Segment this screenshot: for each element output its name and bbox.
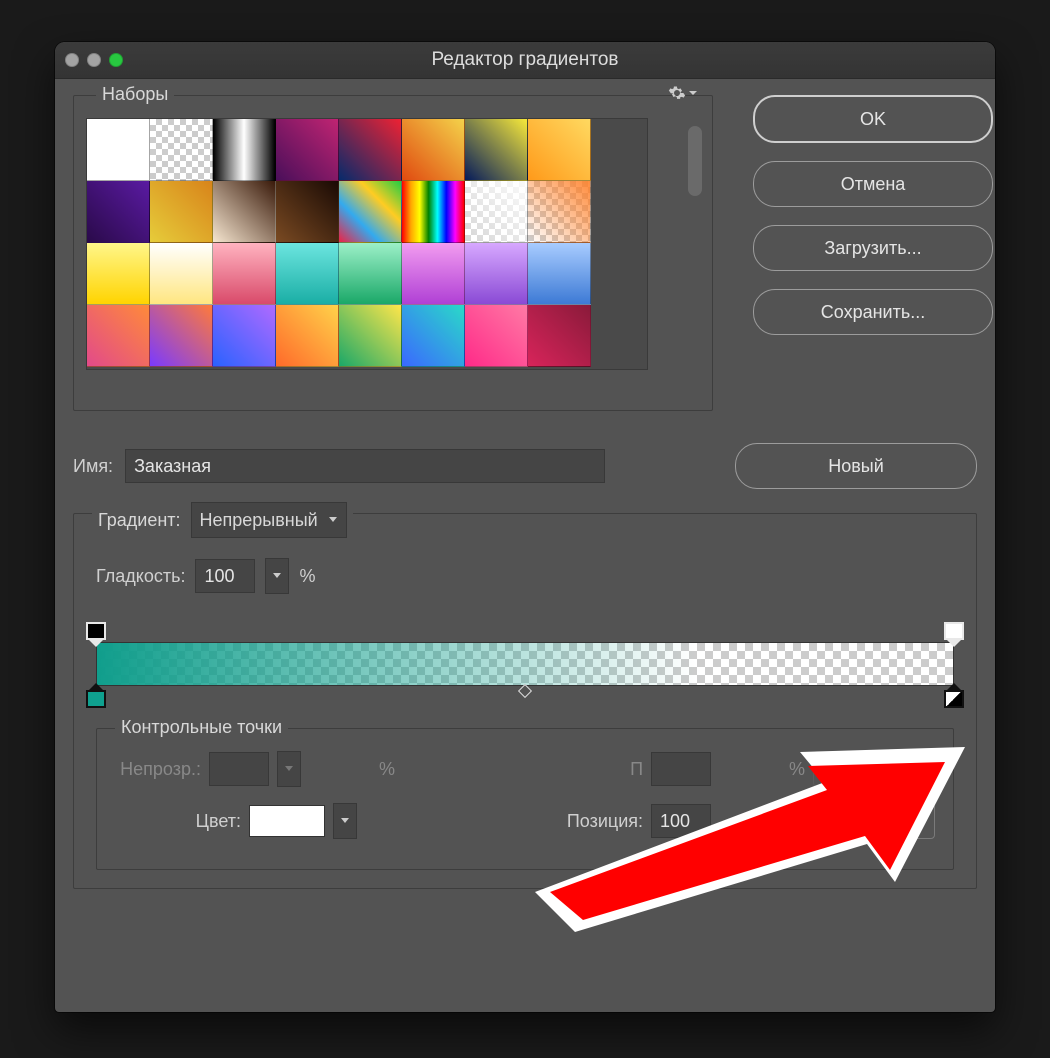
preset-swatch[interactable] [339, 119, 402, 181]
stops-label: Контрольные точки [115, 717, 288, 738]
opacity-stop[interactable] [86, 622, 106, 647]
opacity-input [209, 752, 269, 786]
zoom-window-icon[interactable] [109, 53, 123, 67]
smoothness-stepper[interactable] [265, 558, 289, 594]
preset-swatch[interactable] [339, 305, 402, 367]
preset-swatch[interactable] [87, 181, 150, 243]
preset-swatch[interactable] [465, 243, 528, 305]
gradient-type-label: Градиент: [98, 510, 181, 531]
preset-swatch[interactable] [213, 243, 276, 305]
smoothness-unit: % [299, 566, 315, 587]
gradient-fieldset: Градиент: Непрерывный Гладкость: % [73, 513, 977, 889]
color-position-unit: % [719, 811, 805, 832]
gradient-type-select[interactable]: Непрерывный [191, 502, 347, 538]
gradient-preview [96, 642, 954, 686]
window-title: Редактор градиентов [55, 49, 995, 71]
preset-swatch[interactable] [276, 243, 339, 305]
chevron-down-icon [272, 572, 282, 580]
cancel-button[interactable]: Отмена [753, 161, 993, 207]
save-button[interactable]: Сохранить... [753, 289, 993, 335]
preset-swatch[interactable] [528, 243, 591, 305]
smoothness-label: Гладкость: [96, 566, 185, 587]
preset-swatch[interactable] [276, 305, 339, 367]
preset-swatch[interactable] [339, 243, 402, 305]
gradient-type-value: Непрерывный [200, 510, 318, 531]
chevron-down-icon [340, 817, 350, 825]
opacity-stepper [277, 751, 301, 787]
gradient-bar[interactable] [96, 630, 954, 686]
presets-fieldset: Наборы [73, 95, 713, 411]
presets-label: Наборы [96, 84, 174, 105]
opacity-label: Непрозр.: [115, 759, 201, 780]
gradient-editor-window: Редактор градиентов Наборы OK [55, 42, 995, 1012]
color-swatch[interactable] [249, 805, 325, 837]
chevron-down-icon [688, 88, 698, 98]
smoothness-input[interactable] [195, 559, 255, 593]
close-window-icon[interactable] [65, 53, 79, 67]
opacity-delete-button: Удалить [813, 751, 935, 787]
preset-swatch[interactable] [402, 243, 465, 305]
load-button[interactable]: Загрузить... [753, 225, 993, 271]
preset-swatch[interactable] [465, 181, 528, 243]
opacity-unit: % [309, 759, 395, 780]
gradient-midpoint[interactable] [518, 684, 532, 698]
color-label: Цвет: [115, 811, 241, 832]
preset-swatch[interactable] [402, 181, 465, 243]
preset-swatch[interactable] [87, 243, 150, 305]
opacity-position-unit: % [719, 759, 805, 780]
color-stop[interactable] [944, 683, 964, 708]
new-button[interactable]: Новый [735, 443, 977, 489]
preset-swatch[interactable] [213, 305, 276, 367]
preset-swatch[interactable] [150, 243, 213, 305]
preset-swatch[interactable] [213, 119, 276, 181]
color-stop[interactable] [86, 683, 106, 708]
preset-swatch[interactable] [276, 181, 339, 243]
color-position-label: Позиция: [557, 811, 643, 832]
opacity-stop[interactable] [944, 622, 964, 647]
chevron-down-icon [284, 765, 294, 773]
gear-icon [668, 84, 686, 102]
preset-swatch[interactable] [528, 119, 591, 181]
name-input[interactable] [125, 449, 605, 483]
preset-swatch[interactable] [87, 119, 150, 181]
preset-swatch[interactable] [276, 119, 339, 181]
preset-swatch[interactable] [150, 305, 213, 367]
preset-swatch[interactable] [213, 181, 276, 243]
preset-swatch[interactable] [87, 305, 150, 367]
preset-swatch[interactable] [465, 119, 528, 181]
preset-swatch[interactable] [150, 119, 213, 181]
minimize-window-icon[interactable] [87, 53, 101, 67]
preset-swatch[interactable] [339, 181, 402, 243]
chevron-down-icon [328, 516, 338, 524]
color-swatch-stepper[interactable] [333, 803, 357, 839]
preset-swatch[interactable] [402, 305, 465, 367]
stops-fieldset: Контрольные точки Непрозр.: % П % Удалит… [96, 728, 954, 870]
preset-swatch[interactable] [528, 181, 591, 243]
color-position-input[interactable] [651, 804, 711, 838]
name-label: Имя: [73, 456, 113, 477]
presets-grid [86, 118, 648, 370]
titlebar[interactable]: Редактор градиентов [55, 42, 995, 79]
presets-scrollbar[interactable] [688, 126, 702, 196]
preset-swatch[interactable] [150, 181, 213, 243]
color-delete-button[interactable]: Удалить [813, 803, 935, 839]
preset-swatch[interactable] [402, 119, 465, 181]
presets-menu-button[interactable] [668, 84, 698, 102]
opacity-position-label: П [557, 759, 643, 780]
preset-swatch[interactable] [528, 305, 591, 367]
ok-button[interactable]: OK [753, 95, 993, 143]
preset-swatch[interactable] [465, 305, 528, 367]
opacity-position-input [651, 752, 711, 786]
